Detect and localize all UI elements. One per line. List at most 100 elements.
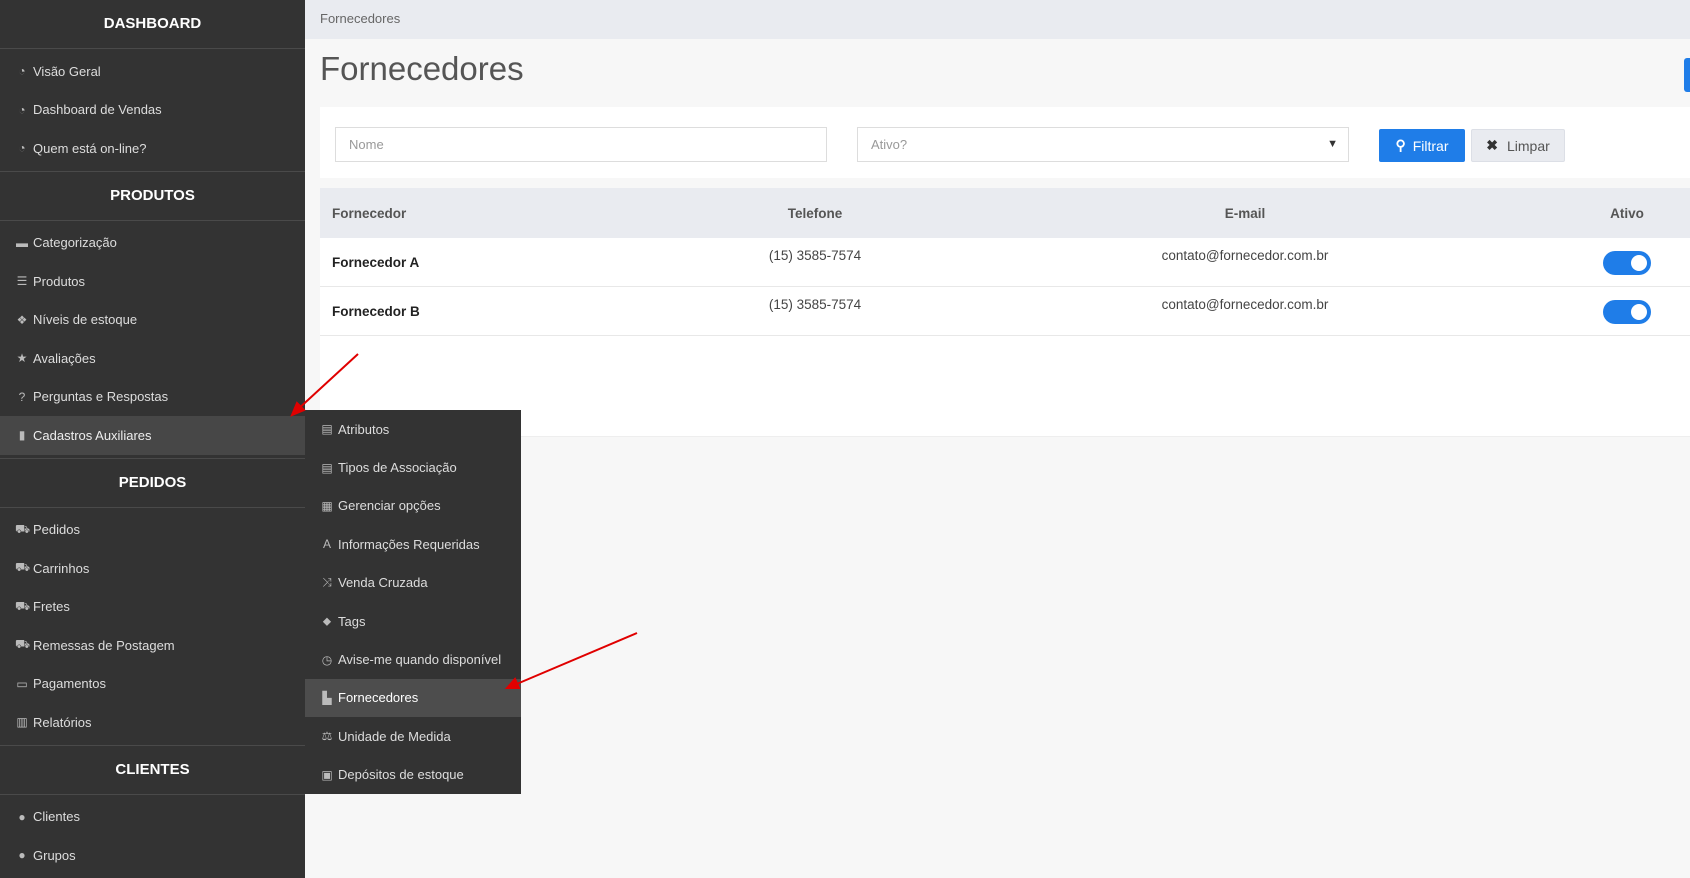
sidebar-item[interactable]: ⛟ Carrinhos [0,549,305,588]
section-title-dashboard: DASHBOARD [0,0,305,49]
filter-button-label: Filtrar [1412,137,1449,154]
sidebar-item-label: Cadastros Auxiliares [33,427,152,443]
sidebar-item[interactable]: ● Grupos [0,836,305,875]
header-ativo[interactable]: Ativo [1600,206,1654,221]
clear-button[interactable]: ✖ Limpar [1471,129,1565,162]
action-button-edge[interactable] [1684,58,1690,92]
search-icon: ⚲ [1395,137,1406,153]
tachometer-icon: ◔ [18,141,26,156]
annotation-arrow-2 [511,632,638,687]
sidebar-item[interactable]: ⛟ Pedidos [0,511,305,550]
th-icon: ▦ [321,498,333,513]
folder-icon: ▬ [16,235,28,250]
header-telefone[interactable]: Telefone [680,206,950,221]
sidebar-group: ⛟ Pedidos ⛟ Carrinhos ⛟ Fretes ⛟ Remessas de Po… [0,508,305,746]
submenu-item[interactable]: A Informações Requeridas [305,525,521,563]
sidebar-item[interactable]: ? Perguntas e Respostas [0,378,305,417]
tachometer-icon: ◔ [18,64,26,79]
submenu-item[interactable]: ▣ Depósitos de estoque [305,756,521,794]
submenu-item-label: Depósitos de estoque [338,767,464,783]
table-row[interactable]: Fornecedor A (15) 3585-7574 contato@forn… [320,238,1690,287]
truck-icon: ⛟ [15,598,31,613]
sidebar-item-label: Grupos [33,847,76,863]
submenu-item-label: Venda Cruzada [338,575,428,591]
supplier-name: Fornecedor B [332,304,420,319]
sidebar-item[interactable]: ◔ Dashboard de Vendas [0,91,305,130]
submenu-item[interactable]: ⚖ Unidade de Medida [305,717,521,755]
sidebar-item-label: Pedidos [33,522,80,538]
bar-chart-icon: ▥ [16,715,28,730]
balance-scale-icon: ⚖ [321,729,333,744]
random-icon: ⤨ [322,575,332,590]
question-circle-icon: ? [18,389,26,404]
sidebar-item[interactable]: ▮ Cadastros Auxiliares [0,416,305,455]
credit-card-icon: ▭ [16,676,28,691]
sidebar: DASHBOARD ◔ Visão Geral ◔ Dashboard de Venda… [0,0,305,878]
submenu-item-label: Unidade de Medida [338,728,451,744]
close-icon: ✖ [1486,137,1498,153]
sidebar-group: ▬ Categorização ☰ Produtos ❖ Níveis de estoqu… [0,221,305,459]
sidebar-item[interactable]: ⛟ Fretes [0,588,305,627]
submenu-item-label: Fornecedores [338,690,419,706]
sidebar-item-label: Relatórios [33,714,92,730]
table-header: Fornecedor Telefone E-mail Ativo [320,188,1690,238]
page-title: Fornecedores [320,50,524,87]
server-icon: ▤ [321,460,333,475]
submenu-item[interactable]: ▤ Tipos de Associação [305,448,521,486]
sidebar-item[interactable]: ▥ Relatórios [0,703,305,742]
sidebar-item-label: Pagamentos [33,676,106,692]
industry-icon: ▙ [322,690,332,705]
submenu-item-label: Atributos [338,421,390,437]
sidebar-item-label: Produtos [33,273,86,289]
section-title-clientes: CLIENTES [0,746,305,795]
supplier-phone: (15) 3585-7574 [768,248,862,263]
sidebar-item[interactable]: ▬ Categorização [0,224,305,263]
sidebar-item-label: Avaliações [33,350,96,366]
supplier-email: contato@fornecedor.com.br [1161,248,1329,263]
sidebar-item-label: Fretes [33,599,70,615]
filter-panel: Nome Ativo? ▼ ⚲ Filtrar ✖ Limpar [320,107,1690,178]
file-icon: ▮ [18,428,26,443]
sidebar-item[interactable]: ▭ Pagamentos [0,665,305,704]
breadcrumb: Fornecedores [305,0,1690,39]
submenu-item-label: Tags [338,613,366,629]
submenu-item[interactable]: ◷ Avise-me quando disponível [305,640,521,678]
suppliers-table: Fornecedor Telefone E-mail Ativo Fornece… [320,188,1690,437]
cadastros-auxiliares-submenu: ▤ Atributos ▤ Tipos de Associação ▦ Gerenciar… [305,410,521,794]
submenu-item[interactable]: ▦ Gerenciar opções [305,487,521,525]
breadcrumb-item[interactable]: Fornecedores [320,11,400,26]
submenu-item[interactable]: ⬥ Tags [305,602,521,640]
sidebar-item[interactable]: ☰ Produtos [0,262,305,301]
sidebar-item[interactable]: ★ Avaliações [0,339,305,378]
section-title-produtos: PRODUTOS [0,172,305,221]
active-toggle[interactable] [1603,251,1651,275]
filter-button[interactable]: ⚲ Filtrar [1379,129,1465,162]
sidebar-item-label: Níveis de estoque [33,312,138,328]
clear-button-label: Limpar [1506,137,1550,154]
header-fornecedor[interactable]: Fornecedor [332,206,406,221]
active-filter-select[interactable]: Ativo? ▼ [857,127,1349,162]
users-icon: ● [18,848,26,863]
sidebar-item[interactable]: ◔ Visão Geral [0,52,305,91]
sidebar-item[interactable]: ⛟ Remessas de Postagem [0,626,305,665]
sidebar-item[interactable]: ● Clientes [0,798,305,837]
sidebar-item-label: Perguntas e Respostas [33,389,169,405]
sidebar-item-label: Categorização [33,235,117,251]
submenu-item-label: Gerenciar opções [338,498,441,514]
submenu-item[interactable]: ▙ Fornecedores [305,678,521,718]
name-filter-input[interactable]: Nome [335,127,827,162]
sidebar-item[interactable]: ◔ Quem está on-line? [0,129,305,168]
user-icon: ● [18,809,26,824]
sidebar-item-label: Dashboard de Vendas [33,102,162,118]
sidebar-item[interactable]: ❖ Níveis de estoque [0,301,305,340]
active-toggle[interactable] [1603,300,1651,324]
submenu-item[interactable]: ⤨ Venda Cruzada [305,564,521,602]
cart-icon: ⛟ [15,521,31,536]
cart-icon: ⛟ [15,560,31,575]
header-email[interactable]: E-mail [1110,206,1380,221]
submenu-item-label: Avise-me quando disponível [338,652,502,668]
table-row[interactable]: Fornecedor B (15) 3585-7574 contato@forn… [320,287,1690,336]
sidebar-item-label: Remessas de Postagem [33,637,175,653]
submenu-item-label: Informações Requeridas [338,536,480,552]
submenu-item[interactable]: ▤ Atributos [305,410,521,448]
